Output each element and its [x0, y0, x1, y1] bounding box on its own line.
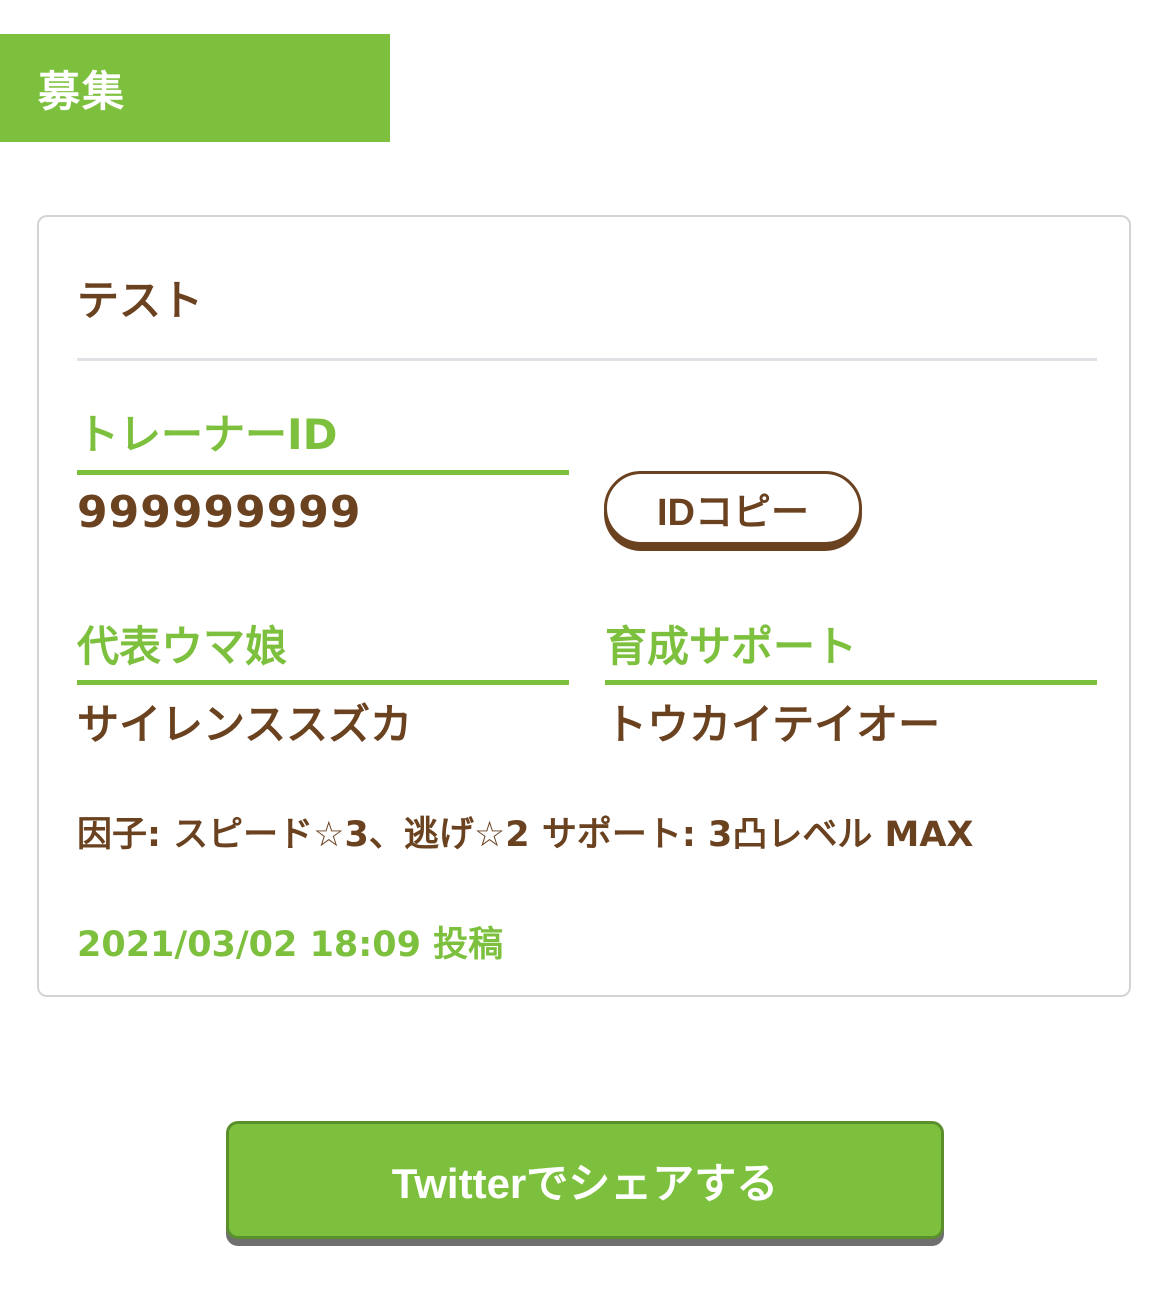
copy-id-button[interactable]: IDコピー [604, 471, 862, 545]
recruit-post-card: テスト トレーナーID 999999999 IDコピー 代表ウマ娘 サイレンスス… [37, 215, 1131, 997]
trainer-id-label: トレーナーID [77, 410, 338, 459]
support-value: トウカイテイオー [605, 700, 941, 749]
title-divider [77, 358, 1097, 361]
post-body: 因子: スピード☆3、逃げ☆2 サポート: 3凸レベル MAX [77, 815, 974, 855]
trainer-id-rule [77, 470, 569, 475]
post-timestamp: 2021/03/02 18:09 投稿 [77, 925, 504, 965]
support-rule [605, 680, 1097, 685]
section-header-title: 募集 [38, 66, 127, 116]
section-header: 募集 [0, 34, 390, 142]
representative-label: 代表ウマ娘 [77, 622, 288, 671]
representative-value: サイレンススズカ [77, 700, 413, 749]
recruit-page: 募集 テスト トレーナーID 999999999 IDコピー 代表ウマ娘 サイレ… [0, 0, 1170, 1297]
trainer-id-value: 999999999 [77, 487, 362, 538]
representative-rule [77, 680, 569, 685]
support-label: 育成サポート [605, 622, 858, 671]
post-title: テスト [77, 276, 204, 325]
twitter-share-button[interactable]: Twitterでシェアする [226, 1121, 944, 1239]
